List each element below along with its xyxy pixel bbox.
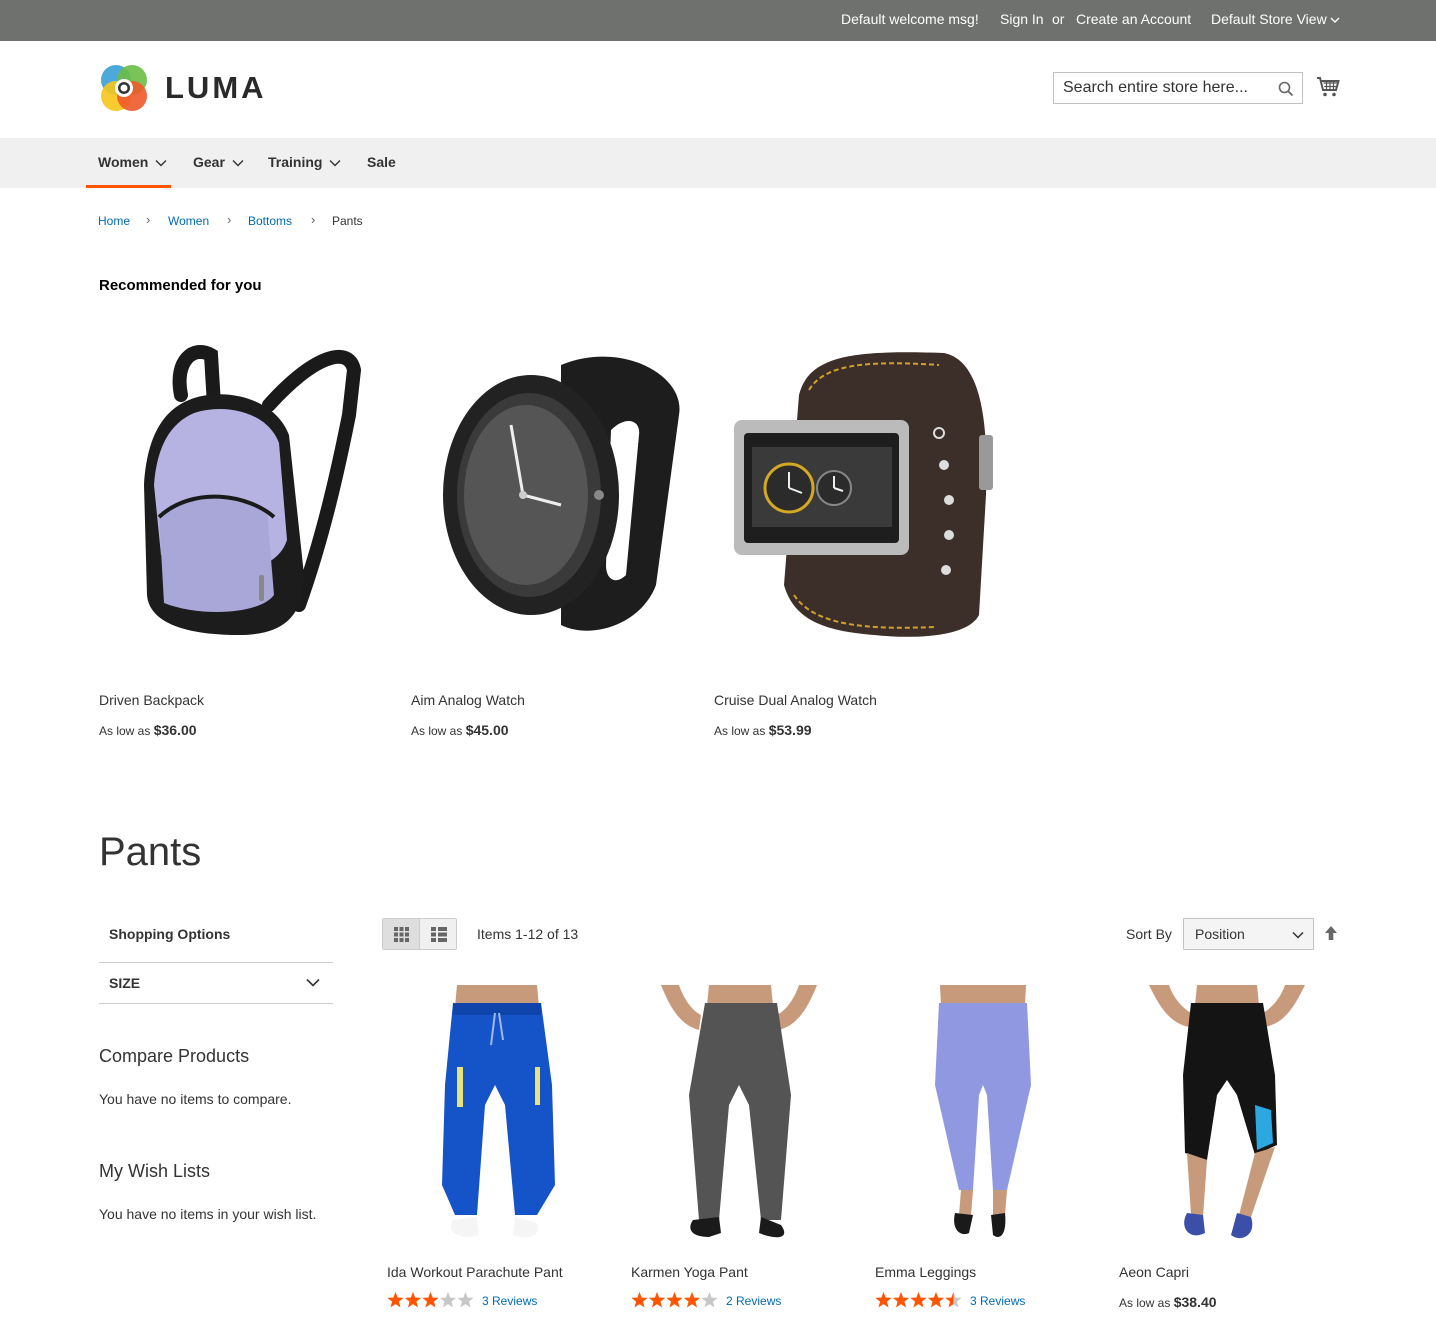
star-filled-icon [387, 1292, 404, 1308]
breadcrumb-separator: › [146, 212, 151, 227]
sort-by-select[interactable]: Position [1183, 918, 1314, 950]
page-title: Pants [99, 830, 202, 874]
or-text: or [1052, 11, 1065, 27]
welcome-message: Default welcome msg! [841, 11, 979, 27]
sort-by-label: Sort By [1126, 926, 1172, 942]
filter-size[interactable]: SIZE [99, 962, 333, 1004]
driven-backpack-image[interactable] [99, 335, 389, 655]
search-input[interactable] [1054, 73, 1274, 103]
wishlist-empty: You have no items in your wish list. [99, 1206, 317, 1222]
reviews-link[interactable]: 2 Reviews [726, 1294, 781, 1308]
rec-product-name[interactable]: Driven Backpack [99, 692, 204, 708]
grid-icon [394, 927, 409, 942]
recommended-title: Recommended for you [99, 277, 262, 294]
product-name[interactable]: Karmen Yoga Pant [631, 1264, 748, 1280]
chevron-down-icon [155, 160, 167, 167]
breadcrumb-bottoms[interactable]: Bottoms [248, 214, 292, 228]
breadcrumb-women[interactable]: Women [168, 214, 209, 228]
ida-workout-parachute-pant-image[interactable] [387, 985, 603, 1247]
chevron-down-icon [1330, 17, 1340, 23]
breadcrumb-current: Pants [332, 214, 363, 228]
grid-view-button[interactable] [383, 919, 420, 949]
chevron-down-icon [329, 160, 341, 167]
rating-stars [631, 1292, 718, 1308]
rec-product-price: As low as $53.99 [714, 722, 812, 738]
wishlist-title: My Wish Lists [99, 1161, 211, 1181]
karmen-yoga-pant-image[interactable] [631, 985, 847, 1247]
rec-product-name[interactable]: Cruise Dual Analog Watch [714, 692, 877, 708]
rating-stars [875, 1292, 962, 1308]
star-filled-icon [666, 1292, 683, 1308]
rec-product-price: As low as $45.00 [411, 722, 509, 738]
breadcrumb-separator: › [311, 212, 316, 227]
aim-analog-watch-image[interactable] [411, 335, 701, 655]
main-nav: Women Gear Training Sale [0, 138, 1436, 188]
top-bar: Default welcome msg! Sign In or Create a… [0, 0, 1436, 41]
chevron-down-icon [232, 160, 244, 167]
product-name[interactable]: Aeon Capri [1119, 1264, 1189, 1280]
sign-in-link[interactable]: Sign In [1000, 11, 1044, 27]
list-icon [431, 927, 447, 942]
compare-products-empty: You have no items to compare. [99, 1091, 292, 1107]
star-filled-icon [648, 1292, 666, 1308]
star-filled-icon [404, 1292, 422, 1308]
breadcrumb-separator: › [227, 212, 232, 227]
cart-icon[interactable] [1316, 76, 1340, 98]
star-filled-icon [927, 1292, 945, 1308]
star-filled-icon [631, 1292, 648, 1308]
shopping-options-title: Shopping Options [109, 926, 231, 942]
star-empty-icon [439, 1292, 457, 1308]
emma-leggings-image[interactable] [875, 985, 1091, 1247]
sort-by-value: Position [1195, 926, 1245, 942]
sort-direction-arrow-icon[interactable] [1324, 925, 1338, 941]
create-account-link[interactable]: Create an Account [1076, 11, 1191, 27]
product-name[interactable]: Ida Workout Parachute Pant [387, 1264, 563, 1280]
rec-product-name[interactable]: Aim Analog Watch [411, 692, 525, 708]
breadcrumb-home[interactable]: Home [98, 214, 130, 228]
nav-item-sale[interactable]: Sale [367, 154, 396, 170]
rating-stars [387, 1292, 474, 1308]
nav-item-training[interactable]: Training [268, 154, 341, 170]
nav-active-indicator [86, 185, 171, 188]
star-filled-icon [910, 1292, 927, 1308]
star-filled-icon [422, 1292, 439, 1308]
search-box[interactable] [1053, 72, 1303, 104]
aeon-capri-image[interactable] [1119, 985, 1335, 1247]
star-filled-icon [892, 1292, 910, 1308]
reviews-link[interactable]: 3 Reviews [970, 1294, 1025, 1308]
store-view-switcher[interactable]: Default Store View [1211, 11, 1340, 27]
list-view-button[interactable] [420, 919, 456, 949]
star-filled-icon [875, 1292, 892, 1308]
product-price: As low as $38.40 [1119, 1294, 1217, 1310]
star-empty-icon [457, 1292, 474, 1308]
product-name[interactable]: Emma Leggings [875, 1264, 976, 1280]
chevron-down-icon [306, 978, 320, 987]
compare-products-title: Compare Products [99, 1046, 250, 1066]
search-icon[interactable] [1278, 81, 1294, 97]
cruise-dual-analog-watch-image[interactable] [714, 335, 1004, 655]
nav-item-gear[interactable]: Gear [193, 154, 244, 170]
luma-logo-icon[interactable] [98, 62, 150, 114]
nav-item-women[interactable]: Women [98, 154, 167, 170]
view-mode-switcher [382, 918, 457, 950]
filter-size-label: SIZE [109, 975, 141, 991]
reviews-link[interactable]: 3 Reviews [482, 1294, 537, 1308]
rec-product-price: As low as $36.00 [99, 722, 197, 738]
logo-text[interactable]: LUMA [165, 70, 267, 106]
star-filled-icon [683, 1292, 701, 1308]
toolbar-amount: Items 1-12 of 13 [477, 926, 579, 942]
chevron-down-icon [1292, 931, 1304, 939]
star-empty-icon [701, 1292, 718, 1308]
